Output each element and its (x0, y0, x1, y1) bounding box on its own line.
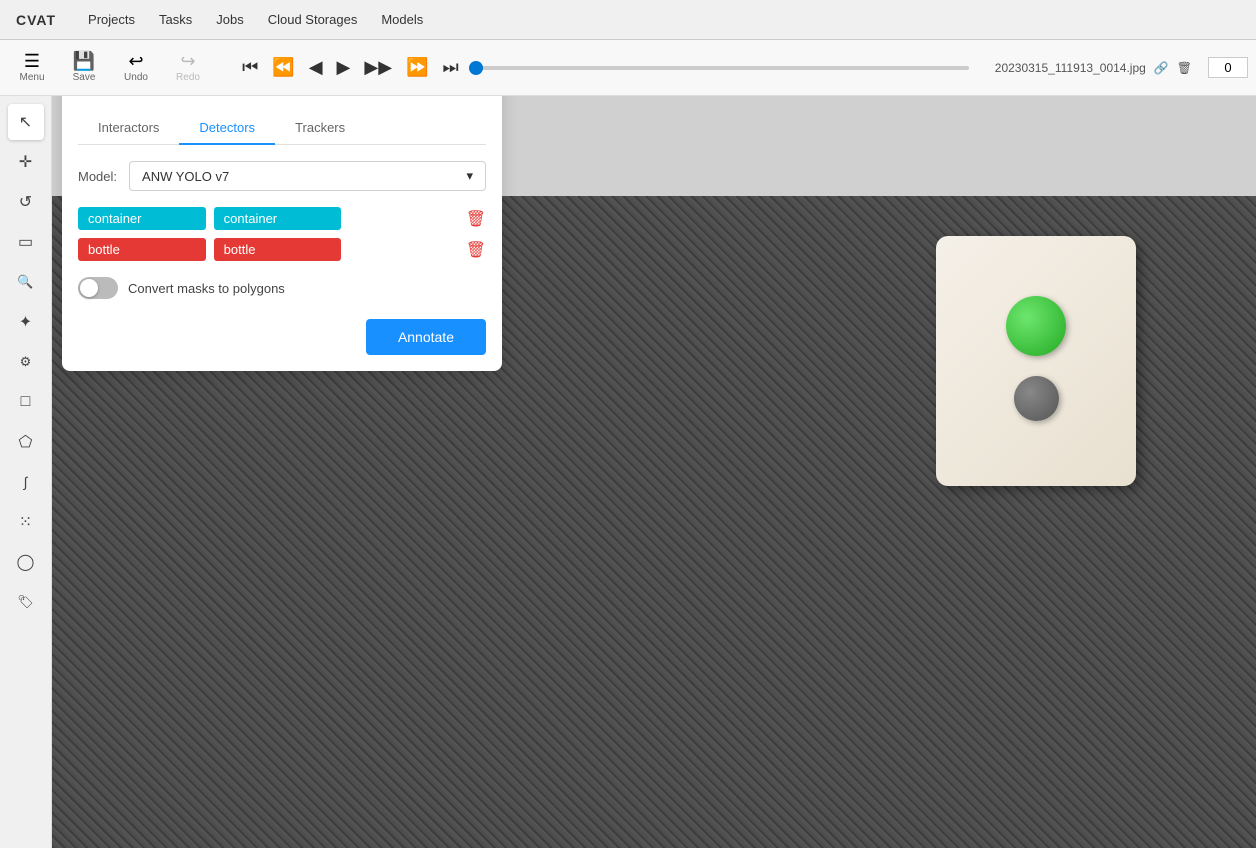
prev-frame-button[interactable]: ◀ (305, 53, 327, 82)
nav-jobs[interactable]: Jobs (216, 12, 243, 27)
nav-projects[interactable]: Projects (88, 12, 135, 27)
points-tool[interactable]: ⁙ (8, 504, 44, 540)
logo: CVAT (16, 12, 56, 28)
wand-tool[interactable]: ✦ (8, 304, 44, 340)
person-icon: ⚙ (20, 354, 32, 370)
person-tool[interactable]: ⚙ (8, 344, 44, 380)
curve-tool[interactable]: ∫ (8, 464, 44, 500)
container-label-right: container (214, 207, 342, 230)
progress-thumb[interactable] (469, 61, 483, 75)
bottle-label-left: bottle (78, 238, 206, 261)
ai-tools-title: AI Tools (78, 96, 486, 98)
nav-models[interactable]: Models (381, 12, 423, 27)
menu-button[interactable]: ☰ Menu (8, 48, 56, 87)
filename-area: 20230315_111913_0014.jpg 🔗 🗑 (995, 61, 1192, 75)
polygon-icon: ⬠ (19, 432, 33, 452)
tag-icon: 🏷 (17, 594, 34, 610)
canvas-area: AI Tools Interactors Detectors Trackers … (52, 96, 1256, 848)
progress-bar-container[interactable] (469, 66, 969, 70)
container-delete-icon[interactable]: 🗑 (466, 209, 486, 229)
delete-frame-icon[interactable]: 🗑 (1177, 61, 1192, 75)
next-many-button[interactable]: ⏩ (402, 53, 432, 82)
undo-icon: ↩ (128, 52, 143, 70)
move-icon: ✛ (19, 152, 32, 172)
model-label: Model: (78, 169, 117, 184)
annotate-button[interactable]: Annotate (366, 319, 486, 355)
link-icon: 🔗 (1154, 61, 1169, 75)
toolbar: ☰ Menu 💾 Save ↩ Undo ↪ Redo ⏮ ⏪ ◀ ▶ ▶▶ ⏩… (0, 40, 1256, 96)
wand-icon: ✦ (19, 312, 32, 332)
main: ↖ ✛ ↺ ▭ 🔍 ✦ ⚙ □ ⬠ ∫ ⁙ ◯ (0, 96, 1256, 848)
masks-label: Convert masks to polygons (128, 281, 285, 296)
redo-icon: ↪ (180, 52, 195, 70)
curve-icon: ∫ (24, 474, 28, 490)
first-frame-button[interactable]: ⏮ (238, 53, 262, 82)
gray-button (1014, 376, 1059, 421)
tabs-row: Interactors Detectors Trackers (78, 112, 486, 145)
tab-trackers[interactable]: Trackers (275, 112, 365, 145)
ai-tools-panel: AI Tools Interactors Detectors Trackers … (62, 96, 502, 371)
rectangle-tool[interactable]: ▭ (8, 224, 44, 260)
redo-button[interactable]: ↪ Redo (164, 48, 212, 87)
menu-label: Menu (19, 72, 44, 83)
cursor-icon: ↖ (19, 112, 32, 132)
top-nav: CVAT Projects Tasks Jobs Cloud Storages … (0, 0, 1256, 40)
annotate-row: Annotate (78, 319, 486, 355)
rotate-icon: ↺ (19, 192, 32, 212)
zoom-tool[interactable]: 🔍 (8, 264, 44, 300)
redo-label: Redo (176, 72, 200, 83)
undo-label: Undo (124, 72, 148, 83)
frame-number[interactable]: 0 (1208, 57, 1248, 78)
device-overlay (936, 236, 1136, 486)
polygon-tool[interactable]: ⬠ (8, 424, 44, 460)
menu-icon: ☰ (24, 52, 40, 70)
green-button (1006, 296, 1066, 356)
rotate-tool[interactable]: ↺ (8, 184, 44, 220)
chevron-down-icon: ▾ (466, 168, 473, 184)
points-icon: ⁙ (19, 512, 32, 532)
rectangle-icon: ▭ (18, 232, 33, 252)
prev-many-button[interactable]: ⏪ (268, 53, 298, 82)
masks-toggle[interactable] (78, 277, 118, 299)
box-tool[interactable]: □ (8, 384, 44, 420)
masks-row: Convert masks to polygons (78, 277, 486, 299)
model-select[interactable]: ANW YOLO v7 ▾ (129, 161, 486, 191)
save-icon: 💾 (73, 52, 95, 70)
next-frame-button[interactable]: ▶▶ (360, 53, 396, 82)
tab-detectors[interactable]: Detectors (179, 112, 275, 145)
left-sidebar: ↖ ✛ ↺ ▭ 🔍 ✦ ⚙ □ ⬠ ∫ ⁙ ◯ (0, 96, 52, 848)
bottle-label-right: bottle (214, 238, 342, 261)
ellipse-tool[interactable]: ◯ (8, 544, 44, 580)
cursor-tool[interactable]: ↖ (8, 104, 44, 140)
play-button[interactable]: ▶ (333, 53, 355, 82)
model-row: Model: ANW YOLO v7 ▾ (78, 161, 486, 191)
progress-bar[interactable] (469, 66, 969, 70)
save-label: Save (73, 72, 96, 83)
container-label-left: container (78, 207, 206, 230)
labels-grid: container container 🗑 bottle bottle 🗑 (78, 207, 486, 261)
playback-controls: ⏮ ⏪ ◀ ▶ ▶▶ ⏩ ⏭ (216, 53, 991, 82)
zoom-icon: 🔍 (17, 274, 33, 290)
last-frame-button[interactable]: ⏭ (438, 53, 462, 82)
save-button[interactable]: 💾 Save (60, 48, 108, 87)
toggle-knob (80, 279, 98, 297)
model-value: ANW YOLO v7 (142, 169, 229, 184)
tag-tool[interactable]: 🏷 (8, 584, 44, 620)
filename: 20230315_111913_0014.jpg (995, 61, 1146, 75)
nav-cloud-storages[interactable]: Cloud Storages (268, 12, 358, 27)
nav-tasks[interactable]: Tasks (159, 12, 192, 27)
ellipse-icon: ◯ (17, 552, 35, 572)
tab-interactors[interactable]: Interactors (78, 112, 179, 145)
box-icon: □ (21, 393, 31, 411)
move-tool[interactable]: ✛ (8, 144, 44, 180)
undo-button[interactable]: ↩ Undo (112, 48, 160, 87)
bottle-delete-icon[interactable]: 🗑 (466, 240, 486, 260)
